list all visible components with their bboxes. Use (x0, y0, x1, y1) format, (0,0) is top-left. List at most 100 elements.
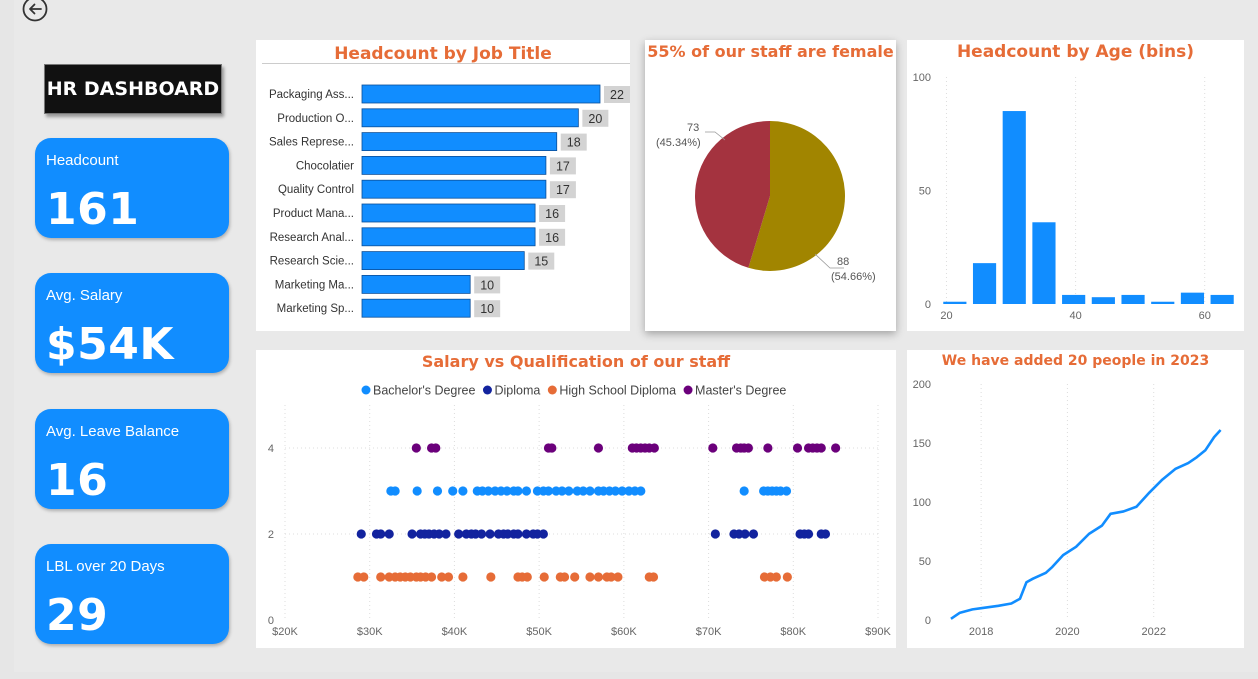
scatter-point[interactable] (781, 486, 792, 496)
back-arrow-circle-icon[interactable] (22, 0, 48, 22)
scatter-point[interactable] (431, 443, 441, 453)
scatter-point[interactable] (585, 572, 595, 582)
scatter-point[interactable] (585, 486, 595, 496)
legend-label[interactable]: High School Diploma (559, 384, 676, 398)
legend-label[interactable]: Bachelor's Degree (373, 384, 475, 398)
scatter-point[interactable] (356, 529, 366, 539)
scatter-point[interactable] (384, 529, 394, 539)
scatter-point[interactable] (570, 572, 580, 582)
kpi-card-avg-salary[interactable]: Avg. Salary $54K (35, 273, 229, 373)
histogram-bar[interactable] (1002, 111, 1026, 304)
legend-label[interactable]: Master's Degree (695, 384, 786, 398)
kpi-card-avg-leave-balance[interactable]: Avg. Leave Balance 16 (35, 409, 229, 509)
scatter-point[interactable] (513, 486, 523, 496)
scatter-point[interactable] (539, 572, 549, 582)
scatter-point[interactable] (743, 443, 753, 453)
bar[interactable] (361, 84, 601, 104)
scatter-point[interactable] (710, 529, 720, 539)
scatter-point[interactable] (412, 486, 422, 496)
scatter-point[interactable] (820, 529, 831, 539)
scatter-point[interactable] (376, 572, 386, 582)
x-tick-label: $90K (865, 626, 891, 638)
bar[interactable] (361, 203, 536, 223)
scatter-point[interactable] (432, 486, 443, 496)
legend-label[interactable]: Diploma (494, 384, 540, 398)
bar[interactable] (361, 156, 547, 175)
scatter-point[interactable] (486, 572, 496, 582)
bar[interactable] (361, 298, 471, 318)
bar[interactable] (361, 227, 536, 247)
scatter-point[interactable] (376, 529, 386, 539)
histogram-bar[interactable] (1032, 222, 1056, 304)
scatter-point[interactable] (763, 443, 773, 453)
scatter-point[interactable] (359, 572, 369, 582)
histogram-bar[interactable] (1210, 294, 1234, 304)
slice-pct-label: (45.34%) (656, 137, 701, 149)
scatter-point[interactable] (771, 572, 781, 582)
scatter-point[interactable] (513, 529, 523, 539)
scatter-point[interactable] (831, 443, 841, 453)
scatter-point[interactable] (448, 486, 458, 496)
scatter-point[interactable] (613, 572, 623, 582)
scatter-point[interactable] (485, 529, 495, 539)
scatter-point[interactable] (441, 529, 451, 539)
histogram-bar[interactable] (1151, 301, 1175, 304)
salary-chart-panel[interactable]: Salary vs Qualification of our staff $20… (256, 350, 896, 648)
scatter-point[interactable] (748, 529, 759, 539)
job-title-chart-panel[interactable]: Headcount by Job Title Packaging Ass... 2… (256, 40, 630, 331)
growth-chart-panel[interactable]: We have added 20 people in 2023 2018 2020… (907, 350, 1244, 648)
scatter-point[interactable] (521, 486, 532, 496)
scatter-point[interactable] (411, 443, 421, 453)
scatter-point[interactable] (458, 486, 468, 496)
x-tick-label: $40K (442, 626, 468, 638)
scatter-point[interactable] (648, 572, 659, 582)
headcount-line[interactable] (950, 429, 1222, 620)
scatter-point[interactable] (593, 443, 604, 453)
scatter-point[interactable] (636, 486, 646, 496)
scatter-point[interactable] (803, 529, 814, 539)
scatter-point[interactable] (443, 572, 454, 582)
scatter-point[interactable] (782, 572, 792, 582)
gender-chart-panel[interactable]: 55% of our staff are female 88 (54.66%) 73… (645, 40, 896, 331)
category-label: Marketing Sp... (277, 303, 354, 315)
y-tick-label: 100 (913, 497, 931, 509)
kpi-card-lbl-over-20-days[interactable]: LBL over 20 Days 29 (35, 544, 229, 644)
histogram-bar[interactable] (972, 263, 997, 304)
histogram-bar[interactable] (1062, 294, 1086, 304)
histogram-bar[interactable] (1091, 297, 1115, 304)
data-label: 16 (545, 231, 559, 245)
scatter-point[interactable] (407, 529, 417, 539)
y-tick-label: 50 (919, 186, 931, 198)
scatter-point[interactable] (559, 572, 570, 582)
age-chart-panel[interactable]: Headcount by Age (bins) 20 40 60 0 50 100 (907, 40, 1244, 331)
scatter-point[interactable] (564, 486, 574, 496)
bar[interactable] (361, 132, 558, 151)
scatter-point[interactable] (390, 486, 400, 496)
scatter-point[interactable] (649, 443, 659, 453)
histogram-bar[interactable] (1121, 294, 1145, 304)
scatter-point[interactable] (538, 529, 548, 539)
kpi-label: LBL over 20 Days (46, 558, 165, 575)
bar[interactable] (361, 251, 525, 271)
histogram-bar[interactable] (943, 301, 967, 304)
bar[interactable] (361, 274, 471, 294)
bar[interactable] (361, 179, 547, 199)
scatter-point[interactable] (458, 572, 468, 582)
scatter-point[interactable] (739, 486, 749, 496)
gender-pie-chart: 88 (54.66%) 73 (45.34%) (656, 121, 876, 283)
scatter-point[interactable] (740, 529, 750, 539)
scatter-point[interactable] (476, 529, 487, 539)
scatter-point[interactable] (547, 443, 557, 453)
scatter-point[interactable] (593, 572, 604, 582)
kpi-card-headcount[interactable]: Headcount 161 (35, 138, 229, 238)
scatter-point[interactable] (426, 572, 437, 582)
y-tick-label: 50 (919, 556, 931, 568)
scatter-point[interactable] (708, 443, 718, 453)
scatter-point[interactable] (792, 443, 803, 453)
data-label: 16 (545, 207, 559, 221)
bar[interactable] (361, 108, 579, 128)
data-label: 20 (588, 112, 602, 126)
scatter-point[interactable] (522, 572, 532, 582)
histogram-bar[interactable] (1180, 292, 1205, 304)
scatter-point[interactable] (816, 443, 826, 453)
